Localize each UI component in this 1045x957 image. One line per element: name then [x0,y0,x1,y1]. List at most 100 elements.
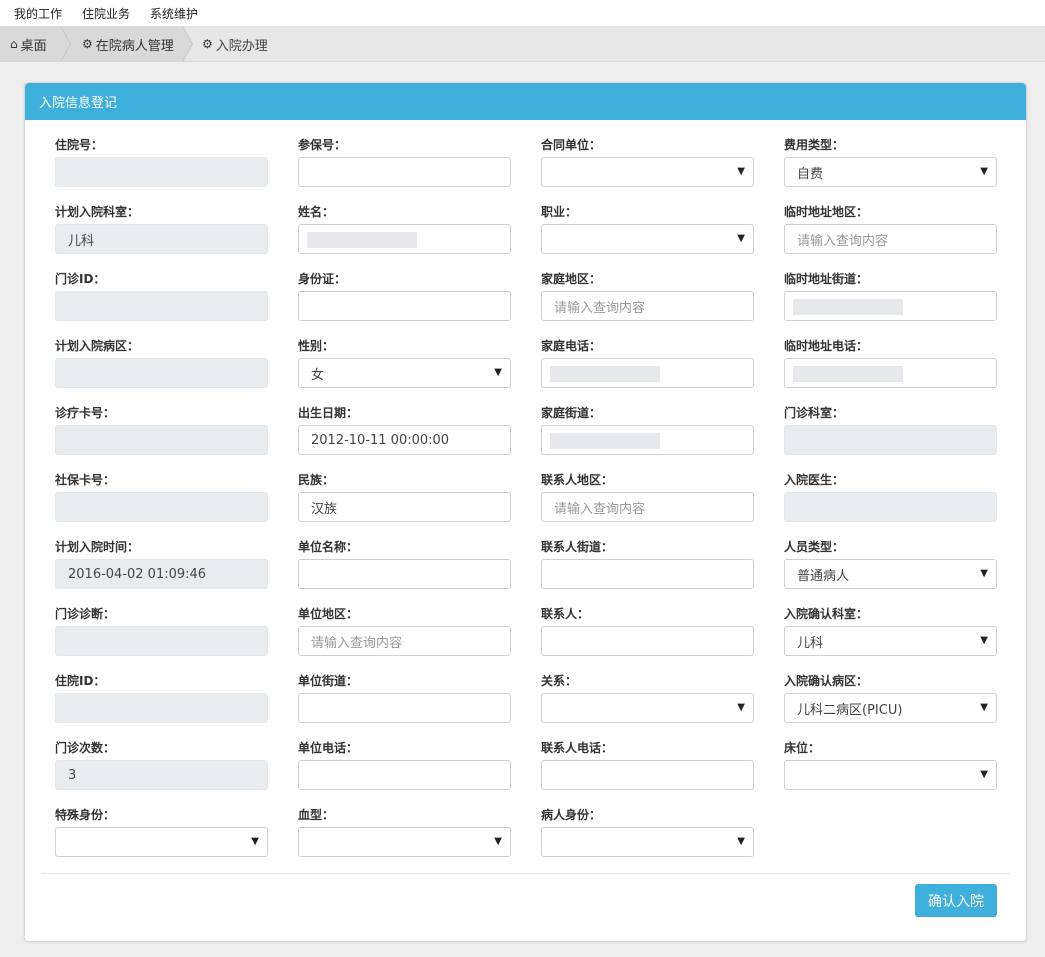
menu-inpatient[interactable]: 住院业务 [82,5,130,22]
form-field: 病人身份： ▼ [541,807,754,857]
form-field: 入院确认病区： 儿科二病区(PICU) ▼ [784,673,997,723]
readonly-field: 2016-04-02 01:09:46 [55,559,268,589]
text-input[interactable] [541,425,754,455]
field-value: 儿科 [68,233,95,249]
text-input[interactable]: 请输入查询内容 [784,224,997,254]
field-label: 联系人： [541,607,590,621]
panel-title-text: 入院信息登记 [39,96,118,111]
text-input[interactable] [541,358,754,388]
field-label: 联系人电话： [541,741,614,755]
field-value: 汉族 [311,501,338,517]
field-label: 关系： [541,674,578,688]
top-menu: 我的工作 住院业务 系统维护 [0,0,1045,26]
form-field: 特殊身份： ▼ [55,807,268,857]
chevron-down-icon: ▼ [251,836,259,847]
readonly-field [784,492,997,522]
menu-my-work[interactable]: 我的工作 [14,5,62,22]
text-input[interactable] [298,157,511,187]
text-input[interactable] [298,693,511,723]
form-field: 人员类型： 普通病人 ▼ [784,539,997,589]
field-label: 临时地址街道： [784,272,869,286]
field-value: 女 [311,367,325,383]
field-label: 临时地址电话： [784,339,869,353]
form-field: 联系人街道： [541,539,754,589]
select-field[interactable]: ▼ [541,157,754,187]
text-input[interactable]: 请输入查询内容 [298,626,511,656]
form-field: 姓名： [298,204,511,254]
field-label: 计划入院病区： [55,339,140,353]
text-input[interactable] [541,559,754,589]
gear-icon: ⚙ [82,37,93,51]
form-field: 合同单位： ▼ [541,137,754,187]
field-placeholder: 请输入查询内容 [311,635,403,651]
confirm-admission-button[interactable]: 确认入院 [915,884,997,917]
field-label: 计划入院时间： [55,540,140,554]
divider [41,873,1010,874]
gear-icon: ⚙ [202,37,213,51]
form-field: 家庭街道： [541,405,754,455]
text-input[interactable] [784,358,997,388]
chevron-down-icon: ▼ [737,836,745,847]
field-label: 门诊ID： [55,272,106,286]
field-value: 2012-10-11 00:00:00 [311,432,450,448]
field-value: 儿科二病区(PICU) [797,702,903,718]
field-label: 费用类型： [784,138,845,152]
form-field: 单位街道： [298,673,511,723]
select-field[interactable]: ▼ [55,827,268,857]
select-field[interactable]: ▼ [541,827,754,857]
field-label: 民族： [298,473,335,487]
form-field: 计划入院时间： 2016-04-02 01:09:46 [55,539,268,589]
readonly-field [784,425,997,455]
form-field: 临时地址街道： [784,271,997,321]
select-field[interactable]: 普通病人 ▼ [784,559,997,589]
home-icon: ⌂ [10,37,18,51]
text-input[interactable]: 请输入查询内容 [541,291,754,321]
text-input[interactable] [784,291,997,321]
text-input[interactable]: 请输入查询内容 [541,492,754,522]
form-field: 身份证： [298,271,511,321]
menu-system[interactable]: 系统维护 [150,5,198,22]
breadcrumb-home[interactable]: ⌂ 桌面 [0,26,60,62]
breadcrumb-home-label: 桌面 [20,38,47,54]
field-label: 联系人街道： [541,540,614,554]
text-input[interactable] [298,291,511,321]
text-input[interactable]: 2012-10-11 00:00:00 [298,425,511,455]
select-field[interactable]: ▼ [541,693,754,723]
form-field: 参保号： [298,137,511,187]
text-input[interactable] [298,760,511,790]
text-input[interactable] [298,559,511,589]
form-field: 单位电话： [298,740,511,790]
chevron-down-icon: ▼ [737,702,745,713]
field-label: 门诊次数： [55,741,116,755]
select-field[interactable]: 儿科二病区(PICU) ▼ [784,693,997,723]
chevron-down-icon: ▼ [980,635,988,646]
text-input[interactable] [298,224,511,254]
select-field[interactable]: 女 ▼ [298,358,511,388]
select-field[interactable]: ▼ [298,827,511,857]
field-label: 门诊科室： [784,406,845,420]
readonly-field: 3 [55,760,268,790]
field-label: 入院确认病区： [784,674,869,688]
chevron-down-icon: ▼ [980,702,988,713]
text-input[interactable]: 汉族 [298,492,511,522]
select-field[interactable]: ▼ [541,224,754,254]
field-label: 家庭地区： [541,272,602,286]
readonly-field [55,358,268,388]
field-label: 姓名： [298,205,335,219]
readonly-field [55,425,268,455]
text-input[interactable] [541,626,754,656]
select-field[interactable]: ▼ [784,760,997,790]
field-label: 门诊诊断： [55,607,116,621]
readonly-field [55,291,268,321]
select-field[interactable]: 自费 ▼ [784,157,997,187]
text-input[interactable] [541,760,754,790]
field-label: 床位： [784,741,821,755]
form-field: 单位名称： [298,539,511,589]
form-field: 出生日期： 2012-10-11 00:00:00 [298,405,511,455]
form-field: 临时地址电话： [784,338,997,388]
breadcrumb-level2[interactable]: ⚙ 在院病人管理 [60,26,182,62]
field-value: 自费 [797,166,824,182]
breadcrumb-separator [182,26,192,62]
field-label: 病人身份： [541,808,602,822]
select-field[interactable]: 儿科 ▼ [784,626,997,656]
